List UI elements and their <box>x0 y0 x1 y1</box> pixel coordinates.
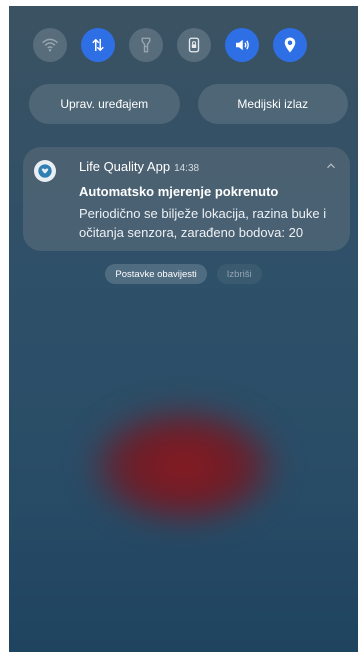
blurred-background-blob <box>89 406 279 526</box>
notification-title: Automatsko mjerenje pokrenuto <box>79 184 279 199</box>
app-logo-icon <box>34 160 56 182</box>
flashlight-icon <box>141 37 151 53</box>
device-control-button[interactable]: Uprav. uređajem <box>29 84 180 124</box>
notification-time: 14:38 <box>174 163 200 174</box>
mobile-data-toggle[interactable] <box>81 28 115 62</box>
clear-button[interactable]: Izbriši <box>216 264 262 284</box>
notification-actions: Postavke obavijesti Izbriši <box>9 264 358 284</box>
location-toggle[interactable] <box>273 28 307 62</box>
media-output-button[interactable]: Medijski izlaz <box>197 84 348 124</box>
notification-header: Life Quality App 14:38 <box>79 159 199 174</box>
chevron-up-icon[interactable] <box>324 159 338 173</box>
quick-settings-toggles <box>33 28 350 62</box>
data-transfer-icon <box>92 38 104 52</box>
media-pills: Uprav. uređajem Medijski izlaz <box>29 84 348 124</box>
notification-settings-button[interactable]: Postavke obavijesti <box>105 264 207 284</box>
wifi-toggle[interactable] <box>33 28 67 62</box>
screen-lock-toggle[interactable] <box>177 28 211 62</box>
location-icon <box>284 37 296 53</box>
notification-body: Periodično se bilježe lokacija, razina b… <box>79 206 327 240</box>
notification-card[interactable]: Life Quality App 14:38 Automatsko mjerenj… <box>23 147 350 251</box>
notification-shade: Uprav. uređajem Medijski izlaz Life Qual… <box>9 6 358 652</box>
wifi-icon <box>41 38 59 52</box>
flashlight-toggle[interactable] <box>129 28 163 62</box>
volume-icon <box>236 39 249 51</box>
sound-toggle[interactable] <box>225 28 259 62</box>
screen-lock-icon <box>188 37 200 53</box>
app-name: Life Quality App <box>79 159 171 174</box>
